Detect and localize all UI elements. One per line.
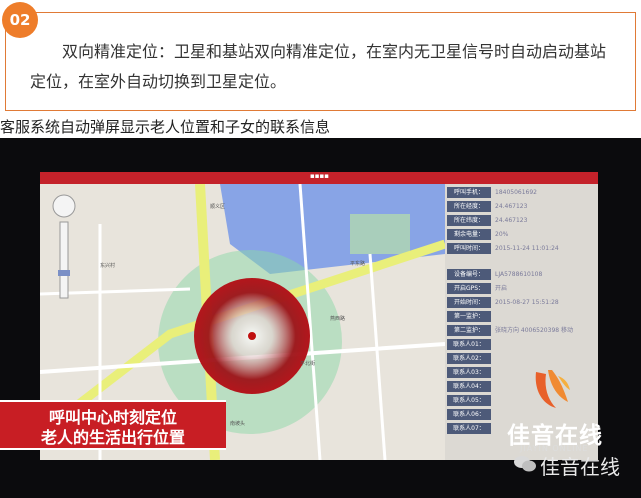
- info-row: 所在经度： 24.467123: [445, 200, 598, 213]
- info-row: 开始时间： 2015-08-27 15:51:28: [445, 296, 598, 309]
- feature-callout: 02 双向精准定位：卫星和基站双向精准定位，在室内无卫星信号时自动启动基站定位，…: [2, 2, 636, 111]
- info-row: 开启GPS： 开启: [445, 282, 598, 295]
- titlebar-glyph: ▪▪▪▪: [310, 172, 329, 180]
- wechat-account-name: 佳音在线: [540, 455, 620, 479]
- wechat-icon: [514, 456, 536, 472]
- zoom-handle: [58, 270, 70, 276]
- video-subtitle-banner: 呼叫中心时刻定位 老人的生活出行位置: [0, 400, 226, 450]
- app-titlebar: ▪▪▪▪: [40, 172, 598, 184]
- map-label: 平东路: [350, 261, 366, 267]
- map-label: 南坡头: [230, 421, 246, 427]
- jiayin-logo-icon: [535, 370, 570, 408]
- info-row: 联系人05：: [445, 394, 598, 407]
- info-row: 联系人03：: [445, 366, 598, 379]
- map-label: 平北街: [300, 361, 316, 367]
- step-badge: 02: [2, 2, 38, 38]
- map-label: 燕西路: [330, 316, 346, 322]
- zoom-slider: [59, 221, 69, 299]
- info-row: 呼叫手机： 18405061692: [445, 186, 598, 199]
- map-label: 东兴村: [100, 263, 116, 269]
- road-white-4: [368, 253, 387, 460]
- feature-description: 双向精准定位：卫星和基站双向精准定位，在室内无卫星信号时自动启动基站定位，在室外…: [30, 42, 607, 91]
- info-row: 设备编号： LJA5788610108: [445, 268, 598, 281]
- info-row: 剩余电量： 20%: [445, 228, 598, 241]
- info-row: 第二监护： 张晓方向 4006520398 移动: [445, 324, 598, 337]
- banner-line-2: 老人的生活出行位置: [40, 428, 185, 447]
- info-row: 第一监护：: [445, 310, 598, 323]
- info-row: 所在纬度： 24.467123: [445, 214, 598, 227]
- location-center-dot: [248, 332, 256, 340]
- park-area: [350, 214, 410, 254]
- image-caption: 客服系统自动弹屏显示老人位置和子女的联系信息: [0, 118, 331, 136]
- map-label: 顺义区: [210, 204, 226, 210]
- pan-control: [52, 194, 76, 218]
- info-row: 呼叫时间： 2015-11-24 11:01:24: [445, 242, 598, 255]
- info-row: 联系人04：: [445, 380, 598, 393]
- info-row: 联系人01：: [445, 338, 598, 351]
- info-row: 联系人02：: [445, 352, 598, 365]
